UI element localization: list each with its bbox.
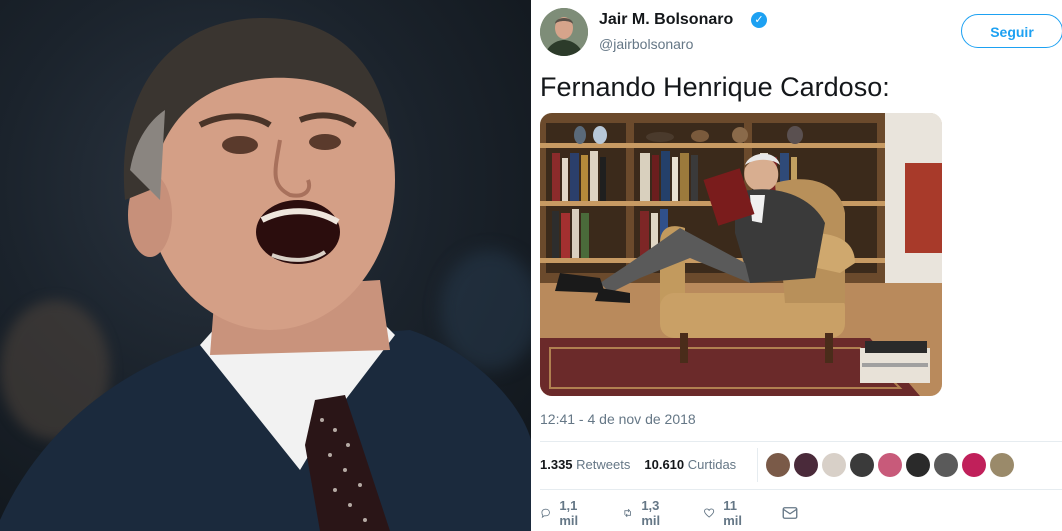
- avatar-image: [540, 8, 588, 56]
- left-photo: [0, 0, 531, 531]
- likes-stat[interactable]: 10.610 Curtidas: [644, 457, 736, 472]
- mail-icon: [782, 507, 798, 519]
- liker-avatar[interactable]: [906, 453, 930, 477]
- liker-avatar[interactable]: [990, 453, 1014, 477]
- username-handle[interactable]: @jairbolsonaro: [599, 36, 693, 52]
- retweet-button[interactable]: 1,3 mil: [622, 498, 667, 528]
- liker-avatar[interactable]: [766, 453, 790, 477]
- tweet-photo: [540, 113, 942, 396]
- tweet-media[interactable]: [540, 113, 942, 396]
- likes-label: Curtidas: [687, 457, 737, 472]
- display-name[interactable]: Jair M. Bolsonaro: [599, 11, 733, 29]
- stats-separator: [757, 448, 758, 482]
- reply-icon: [541, 508, 550, 519]
- reply-count: 1,1 mil: [559, 498, 579, 528]
- liker-avatar[interactable]: [850, 453, 874, 477]
- divider: [540, 441, 1062, 442]
- liker-avatar[interactable]: [794, 453, 818, 477]
- liker-avatar[interactable]: [962, 453, 986, 477]
- reply-button[interactable]: 1,1 mil: [540, 498, 585, 528]
- liker-avatar[interactable]: [822, 453, 846, 477]
- divider: [540, 489, 1062, 490]
- retweet-count: 1,3 mil: [641, 498, 661, 528]
- avatar[interactable]: [540, 8, 588, 56]
- heart-icon: [704, 508, 715, 518]
- retweets-count: 1.335: [540, 457, 573, 472]
- tweet-stats: 1.335 Retweets 10.610 Curtidas: [540, 457, 736, 472]
- tweet-text: Fernando Henrique Cardoso:: [540, 72, 890, 102]
- retweet-icon: [624, 508, 631, 518]
- man-shouting-photo: [0, 17, 531, 531]
- likes-count: 10.610: [644, 457, 685, 472]
- liker-avatar[interactable]: [878, 453, 902, 477]
- like-count: 11 mil: [723, 498, 743, 528]
- retweets-label: Retweets: [576, 457, 631, 472]
- tweet-timestamp[interactable]: 12:41 - 4 de nov de 2018: [540, 411, 696, 427]
- like-button[interactable]: 11 mil: [703, 498, 748, 528]
- verified-badge-icon: ✓: [751, 12, 767, 28]
- tweet-card: Jair M. Bolsonaro ✓ @jairbolsonaro Segui…: [531, 0, 1062, 531]
- retweets-stat[interactable]: 1.335 Retweets: [540, 457, 630, 472]
- follow-button[interactable]: Seguir: [961, 14, 1062, 48]
- direct-message-button[interactable]: [781, 502, 799, 524]
- liker-avatar[interactable]: [934, 453, 958, 477]
